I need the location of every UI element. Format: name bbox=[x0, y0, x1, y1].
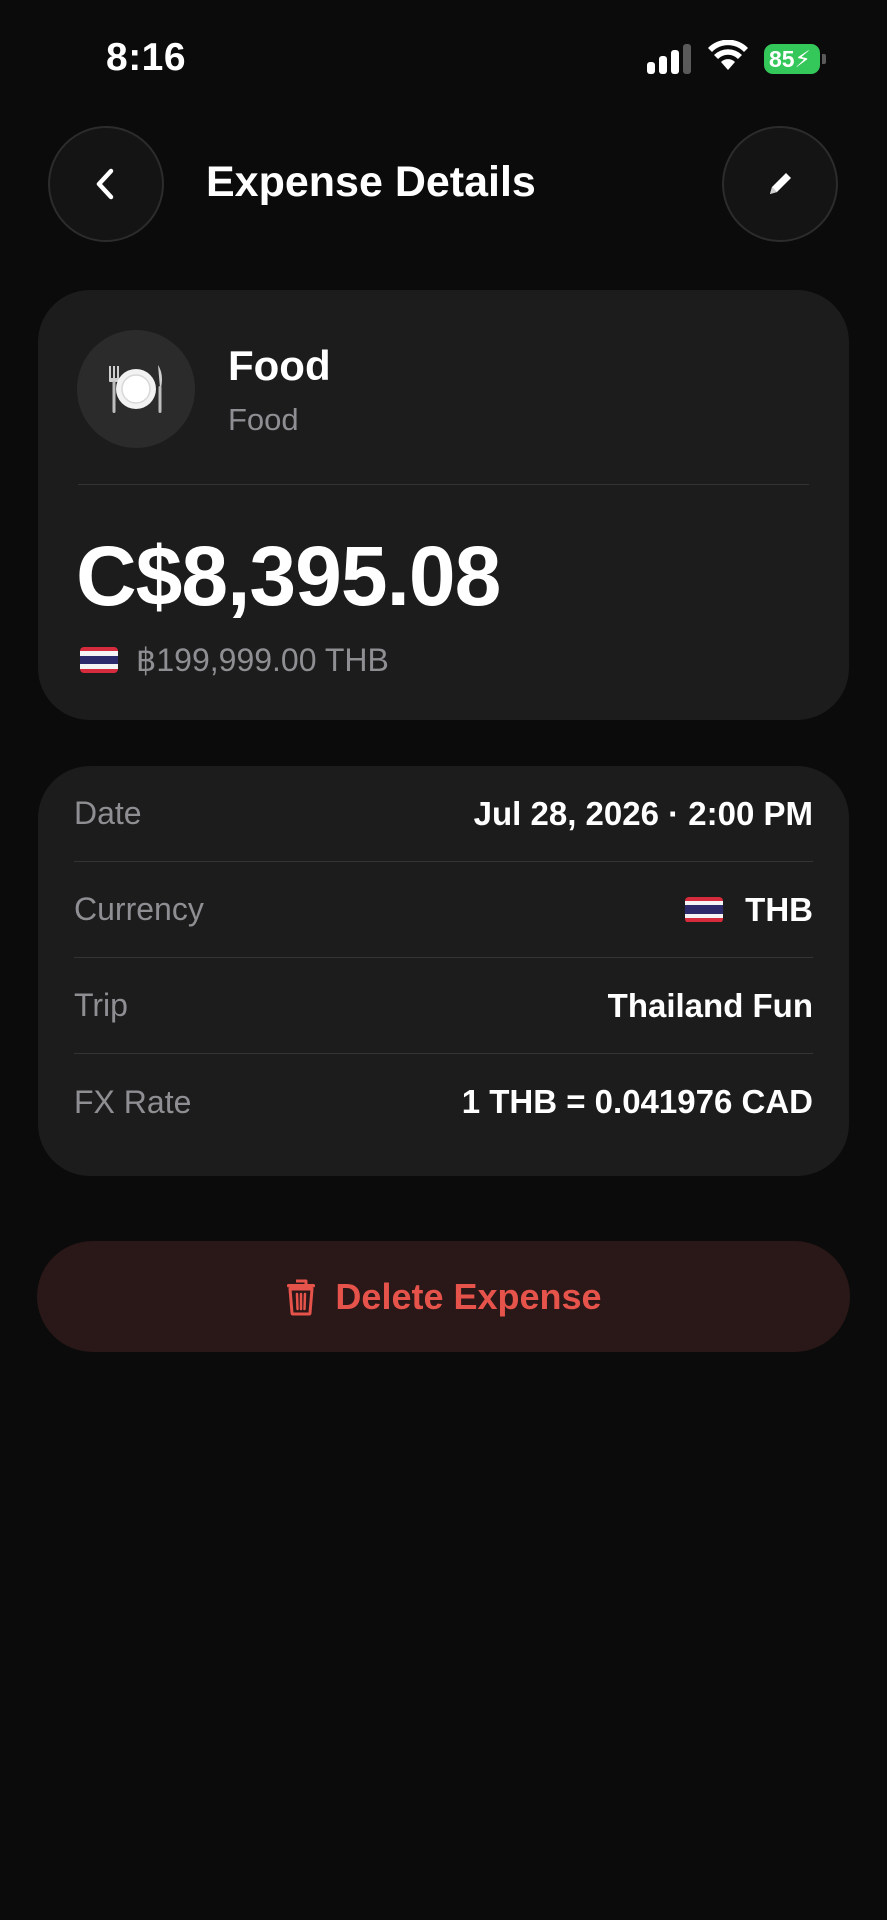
detail-row-currency: Currency THB bbox=[74, 862, 813, 958]
trash-icon bbox=[287, 1279, 316, 1315]
thailand-flag-icon bbox=[685, 896, 724, 923]
original-amount-row: ฿199,999.00 THB bbox=[80, 640, 389, 680]
detail-value-trip: Thailand Fun bbox=[607, 986, 813, 1024]
detail-row-date: Date Jul 28, 2026 · 2:00 PM bbox=[74, 766, 813, 862]
detail-label: FX Rate bbox=[74, 1083, 192, 1120]
expense-details-card: Date Jul 28, 2026 · 2:00 PM Currency THB… bbox=[38, 766, 849, 1176]
card-divider bbox=[78, 484, 809, 485]
category-subtitle: Food bbox=[228, 402, 299, 437]
battery-icon: 85⚡ bbox=[764, 44, 826, 74]
pencil-icon bbox=[770, 173, 791, 194]
status-time: 8:16 bbox=[106, 36, 187, 79]
chevron-left-icon bbox=[96, 168, 114, 200]
status-bar: 8:16 85⚡ bbox=[0, 0, 887, 120]
page-title: Expense Details bbox=[206, 158, 536, 206]
currency-code: THB bbox=[745, 890, 813, 928]
detail-label: Date bbox=[74, 795, 142, 831]
expense-details-screen: 8:16 85⚡ Expense Details Food Food C$8,3… bbox=[0, 0, 887, 1920]
cellular-signal-icon bbox=[647, 44, 693, 74]
back-button[interactable] bbox=[48, 126, 164, 242]
battery-level: 85⚡ bbox=[764, 44, 820, 74]
expense-summary-card: Food Food C$8,395.08 ฿199,999.00 THB bbox=[38, 290, 849, 720]
detail-value-currency: THB bbox=[685, 891, 813, 929]
original-amount: ฿199,999.00 THB bbox=[136, 642, 389, 678]
edit-button[interactable] bbox=[722, 126, 838, 242]
thailand-flag-icon bbox=[80, 647, 118, 673]
delete-expense-button[interactable]: Delete Expense bbox=[37, 1241, 850, 1352]
category-icon-container bbox=[77, 330, 195, 448]
category-name: Food bbox=[228, 342, 331, 389]
detail-label: Currency bbox=[74, 891, 204, 927]
plate-with-cutlery-icon bbox=[109, 365, 162, 413]
detail-label: Trip bbox=[74, 987, 128, 1023]
wifi-icon bbox=[708, 40, 748, 70]
detail-value-date: Jul 28, 2026 · 2:00 PM bbox=[473, 794, 813, 832]
detail-row-trip: Trip Thailand Fun bbox=[74, 958, 813, 1054]
converted-amount: C$8,395.08 bbox=[76, 529, 501, 623]
delete-expense-label: Delete Expense bbox=[335, 1275, 602, 1317]
detail-value-fx-rate: 1 THB = 0.041976 CAD bbox=[461, 1083, 813, 1120]
detail-row-fx-rate: FX Rate 1 THB = 0.041976 CAD bbox=[74, 1054, 813, 1150]
